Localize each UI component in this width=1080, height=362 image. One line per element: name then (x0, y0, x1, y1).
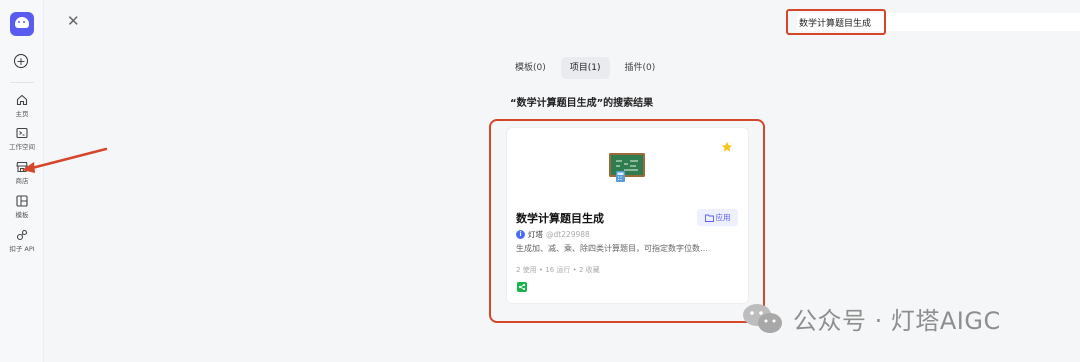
info-icon: i (516, 230, 525, 239)
tab-templates[interactable]: 模板(0) (506, 57, 555, 79)
star-icon[interactable] (721, 141, 733, 153)
watermark-text: 公众号 · 灯塔AIGC (793, 307, 1001, 335)
close-icon[interactable]: ✕ (67, 14, 80, 29)
card-author[interactable]: i 灯塔 @dt229988 (516, 229, 590, 240)
author-name: 灯塔 (528, 230, 543, 239)
sidebar: + 主页 工作空间 商店 模板 扣子 API (0, 0, 44, 362)
author-handle: @dt229988 (546, 230, 590, 239)
sidebar-item-home[interactable]: 主页 (0, 94, 44, 118)
sidebar-item-label: 模板 (15, 211, 29, 219)
search-highlight-box (786, 9, 886, 35)
sidebar-item-label: 主页 (15, 110, 29, 118)
tab-projects[interactable]: 项目(1) (560, 57, 610, 79)
sidebar-item-label: 商店 (15, 177, 29, 185)
tab-plugins[interactable]: 插件(0) (616, 57, 665, 79)
sidebar-item-label: 扣子 API (9, 245, 35, 253)
add-icon[interactable]: + (14, 54, 28, 68)
api-icon (16, 229, 28, 241)
card-stats: 2 使用 • 16 运行 • 2 收藏 (516, 266, 600, 274)
home-icon (16, 94, 28, 106)
badge-label: 应用 (715, 213, 731, 222)
watermark: 公众号 · 灯塔AIGC (741, 301, 1001, 336)
result-tabs: 模板(0) 项目(1) 插件(0) (506, 57, 664, 79)
results-heading: “数学计算题目生成”的搜索结果 (510, 98, 654, 109)
share-icon[interactable] (517, 282, 527, 292)
sidebar-divider (10, 82, 34, 83)
folder-icon (704, 214, 714, 222)
terminal-icon (16, 127, 28, 139)
template-icon (16, 195, 28, 207)
chalkboard-icon (609, 153, 645, 182)
wechat-icon (743, 303, 782, 333)
app-badge: 应用 (697, 209, 738, 226)
annotation-arrow (22, 147, 108, 173)
card-title: 数学计算题目生成 (516, 212, 604, 225)
app-logo-icon[interactable] (10, 12, 34, 36)
sidebar-item-templates[interactable]: 模板 (0, 195, 44, 219)
card-description: 生成加、减、乘、除四类计算题目，可指定数字位数… (516, 244, 708, 253)
sidebar-item-api[interactable]: 扣子 API (0, 229, 44, 253)
